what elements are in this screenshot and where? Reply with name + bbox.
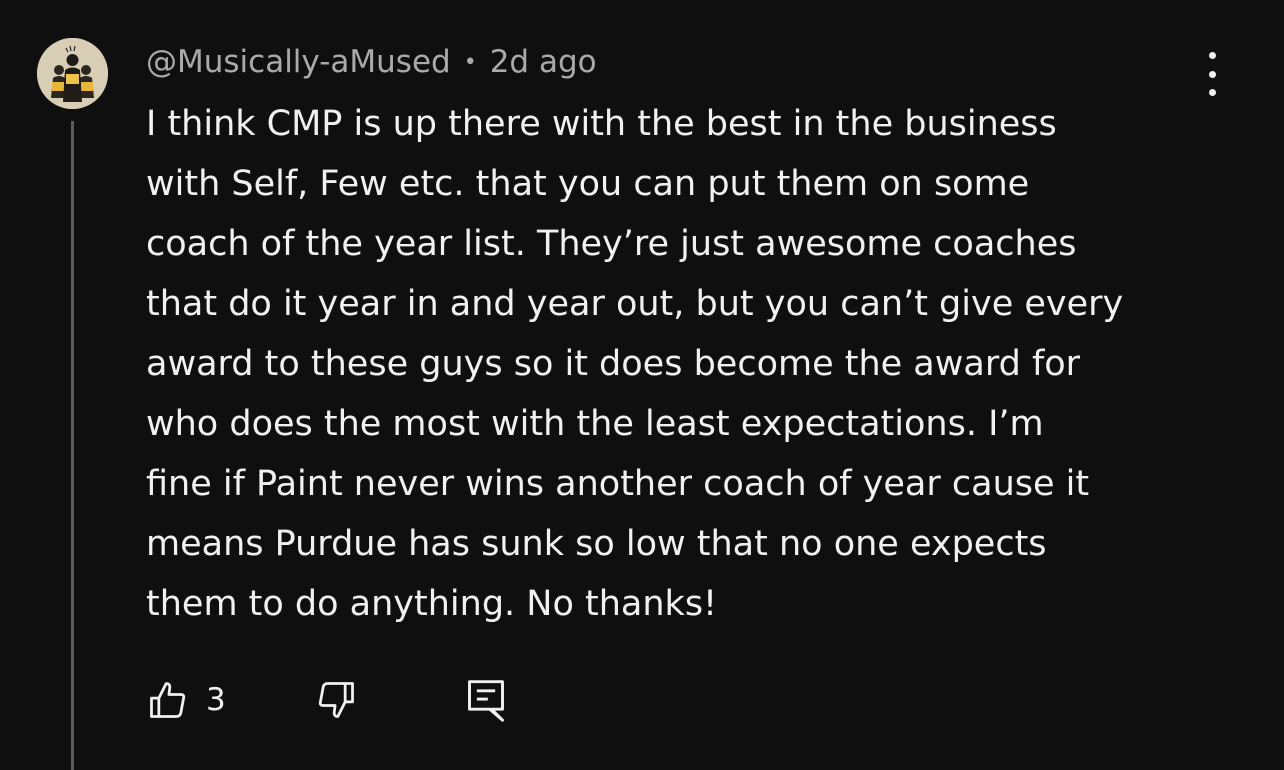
comment-actions: 3: [146, 675, 546, 725]
comment-body-line: award to these guys so it does become th…: [146, 344, 1081, 384]
comment-meta: @Musically-aMused • 2d ago: [146, 40, 597, 84]
more-options-button[interactable]: [1195, 52, 1229, 96]
comment-body-line: means Purdue has sunk so low that no one…: [146, 524, 1047, 564]
comment-body-line: who does the most with the least expecta…: [146, 404, 1044, 444]
like-count: 3: [206, 682, 226, 718]
author-handle[interactable]: @Musically-aMused: [146, 44, 451, 80]
comment-body-line: with Self, Few etc. that you can put the…: [146, 164, 1030, 204]
comment-card: @Musically-aMused • 2d ago I think CMP i…: [0, 0, 1284, 770]
comment-body-line: that do it year in and year out, but you…: [146, 284, 1124, 324]
more-vertical-icon: [1208, 52, 1216, 59]
reply-comment-icon: [468, 680, 504, 722]
reply-button[interactable]: [464, 675, 508, 725]
avatar-illustration-icon: [37, 38, 108, 109]
more-vertical-icon-dot: [1208, 70, 1216, 78]
comment-body-line: them to do anything. No thanks!: [146, 584, 718, 624]
comment-body-line: I think CMP is up there with the best in…: [146, 104, 1057, 144]
comment-timestamp[interactable]: 2d ago: [490, 44, 597, 80]
avatar[interactable]: [37, 38, 108, 109]
thread-line: [71, 121, 74, 770]
meta-separator: •: [463, 49, 477, 75]
comment-body-line: fine if Paint never wins another coach o…: [146, 464, 1090, 504]
dislike-button[interactable]: [314, 675, 358, 725]
thumbs-down-icon: [318, 682, 354, 718]
comment-body: I think CMP is up there with the best in…: [146, 94, 1216, 634]
comment-body-line: coach of the year list. They’re just awe…: [146, 224, 1077, 264]
thumbs-up-icon: [150, 682, 186, 718]
like-button[interactable]: 3: [146, 675, 226, 725]
